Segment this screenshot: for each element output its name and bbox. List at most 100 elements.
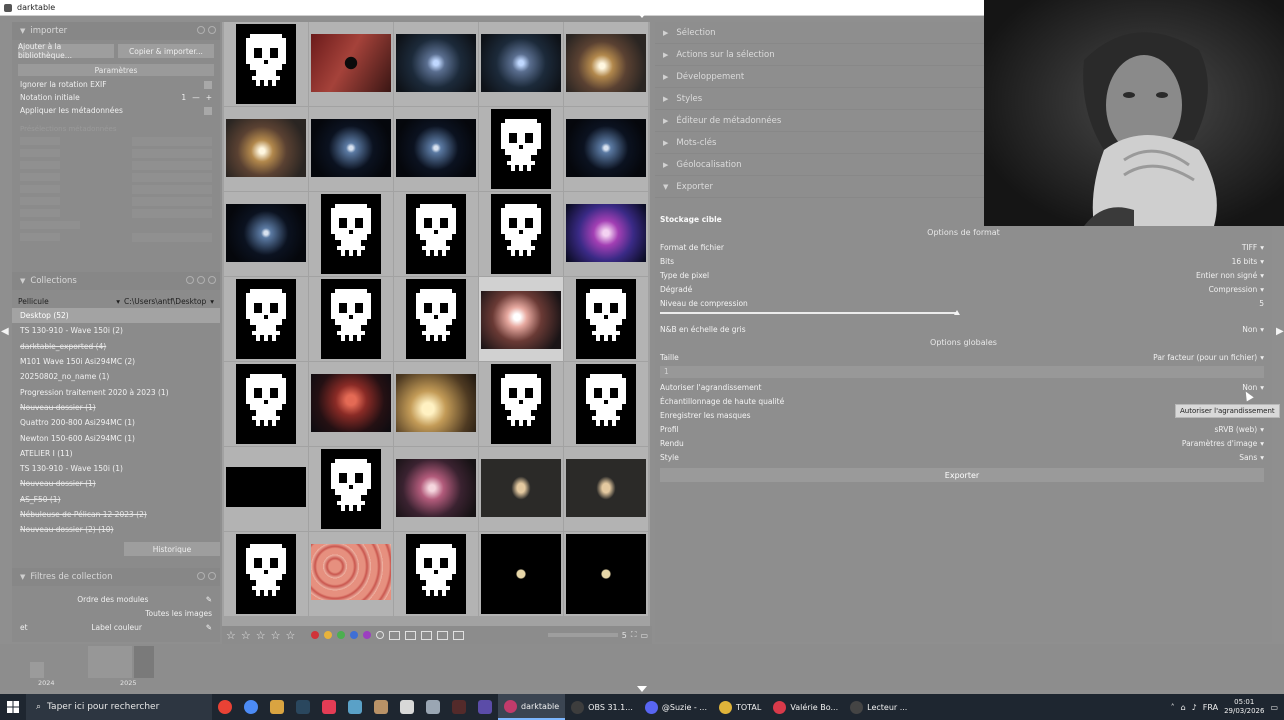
star-icon[interactable]: ☆ — [226, 629, 236, 642]
filter-conjunction[interactable]: et — [20, 623, 28, 632]
thumbnail-cell[interactable] — [479, 532, 563, 616]
collapse-right-panel-icon[interactable]: ▶ — [1276, 326, 1284, 337]
thumbnail-cell[interactable] — [394, 22, 478, 106]
taskbar-app-icon[interactable] — [446, 694, 472, 720]
network-icon[interactable]: ⌂ — [1181, 703, 1186, 712]
thumbnail-cell[interactable] — [394, 447, 478, 531]
export-option-value[interactable]: Sans — [1239, 453, 1257, 462]
sort-icon[interactable] — [186, 276, 194, 284]
initial-rating-row[interactable]: Notation initiale 1 — + — [12, 91, 220, 104]
pin-icon[interactable]: ✎ — [206, 595, 212, 604]
export-option-value[interactable]: 16 bits — [1232, 257, 1258, 266]
initial-rating-value[interactable]: 1 — [181, 93, 186, 102]
filemanager-layout-icon[interactable] — [389, 630, 401, 640]
thumbnail-cell[interactable] — [394, 192, 478, 276]
timeline-strip[interactable]: 2024 2025 — [0, 644, 1284, 690]
thumbnail-cell[interactable] — [564, 362, 648, 446]
grayscale-row[interactable]: N&B en échelle de gris Non ▾ — [655, 322, 1272, 336]
thumbnail-cell[interactable] — [479, 447, 563, 531]
star-icon[interactable]: ☆ — [286, 629, 296, 642]
star-icon[interactable]: ☆ — [271, 629, 281, 642]
thumbnail-cell[interactable] — [394, 532, 478, 616]
module-order-row[interactable]: Ordre des modules ✎ — [12, 592, 220, 606]
export-button[interactable]: Exporter — [660, 468, 1264, 482]
export-option-row[interactable]: Type de pixel Entier non signé ▾ — [655, 268, 1272, 282]
taskbar-app-icon[interactable] — [342, 694, 368, 720]
collection-item[interactable]: Quattro 200-800 Asi294MC (1) — [12, 415, 220, 430]
thumbnail-cell[interactable] — [309, 447, 393, 531]
taskbar-chrome-icon[interactable] — [212, 694, 238, 720]
collection-filters-header[interactable]: ▼ Filtres de collection — [12, 568, 220, 586]
thumbnail-cell[interactable] — [479, 362, 563, 446]
thumbnail-cell[interactable] — [564, 107, 648, 191]
reset-icon[interactable] — [197, 276, 205, 284]
film-roll-selector[interactable]: Pellicule ▾ C:\Users\antf\Desktop ▾ — [12, 294, 220, 308]
thumbnail-cell[interactable] — [224, 277, 308, 361]
thumbnail-cell[interactable] — [309, 277, 393, 361]
apply-metadata-checkbox[interactable] — [204, 106, 212, 115]
compression-slider-knob[interactable] — [954, 310, 960, 315]
thumbnail-cell[interactable] — [564, 447, 648, 531]
taskbar-app-icon[interactable] — [472, 694, 498, 720]
thumbnail-cell[interactable] — [224, 22, 308, 106]
zoom-slider[interactable] — [547, 633, 618, 637]
thumbnail-cell[interactable] — [309, 362, 393, 446]
ignore-exif-rotation-row[interactable]: Ignorer la rotation EXIF — [12, 78, 220, 91]
compression-level-row[interactable]: Niveau de compression 5 — [655, 296, 1272, 310]
star-icon[interactable]: ☆ — [256, 629, 266, 642]
blue-label-icon[interactable] — [350, 631, 359, 639]
grayscale-value[interactable]: Non — [1242, 325, 1257, 334]
size-value[interactable]: Par facteur (pour un fichier) — [1153, 353, 1257, 362]
thumbnail-cell[interactable] — [224, 362, 308, 446]
star-icon[interactable]: ☆ — [241, 629, 251, 642]
collections-module-header[interactable]: ▼ Collections — [12, 272, 220, 290]
collection-item[interactable]: Newton 150-600 Asi294MC (1) — [12, 430, 220, 445]
collection-item[interactable]: Progression traitement 2020 à 2023 (1) — [12, 384, 220, 399]
yellow-label-icon[interactable] — [324, 631, 333, 639]
thumbnail-cell[interactable] — [309, 192, 393, 276]
collapse-top-panel-icon[interactable] — [637, 12, 647, 18]
export-option-row[interactable]: Rendu Paramètres d'image ▾ — [655, 436, 1272, 450]
thumbnail-cell[interactable] — [479, 22, 563, 106]
taskbar-app-button[interactable]: @Suzie - ... — [639, 694, 713, 720]
thumbnail-cell[interactable] — [224, 447, 308, 531]
thumbnail-cell[interactable] — [479, 107, 563, 191]
taskbar-app-button[interactable]: OBS 31.1... — [565, 694, 639, 720]
reset-icon[interactable] — [197, 572, 205, 580]
history-button[interactable]: Historique — [124, 542, 220, 557]
add-to-library-button[interactable]: Ajouter à la bibliothèque... — [18, 42, 114, 60]
taskbar-app-icon[interactable] — [394, 694, 420, 720]
thumbnail-cell[interactable] — [564, 277, 648, 361]
zoomable-layout-icon[interactable] — [405, 630, 417, 640]
thumbnail-cell[interactable] — [479, 192, 563, 276]
export-option-value[interactable]: TIFF — [1242, 243, 1257, 252]
thumbnail-cell[interactable] — [564, 532, 648, 616]
thumbnail-cell[interactable] — [224, 107, 308, 191]
collection-item[interactable]: TS 130-910 - Wave 150i (1) — [12, 461, 220, 476]
volume-icon[interactable]: ♪ — [1192, 703, 1197, 712]
green-label-icon[interactable] — [337, 631, 346, 639]
collection-item[interactable]: M101 Wave 150i Asi294MC (2) — [12, 354, 220, 369]
culling-layout-icon[interactable] — [421, 630, 433, 640]
plus-icon[interactable]: + — [206, 93, 212, 102]
thumbnail-cell[interactable] — [224, 192, 308, 276]
thumbnail-cell[interactable] — [309, 22, 393, 106]
clear-label-icon[interactable] — [376, 631, 385, 639]
collapse-left-panel-icon[interactable]: ◀ — [1, 326, 9, 337]
presets-icon[interactable] — [208, 26, 216, 34]
taskbar-search[interactable]: ⌕ Taper ici pour rechercher — [26, 694, 212, 720]
grid-columns-icon[interactable]: 5 — [622, 631, 627, 640]
collection-item[interactable]: Nébuleuse de Pélican 12 2023 (2) — [12, 507, 220, 522]
chevron-up-icon[interactable]: ˄ — [1171, 703, 1175, 712]
notifications-icon[interactable]: ▭ — [1270, 703, 1278, 712]
system-clock[interactable]: 05:01 29/03/2026 — [1224, 698, 1264, 716]
collection-item[interactable]: Nouveau dossier (1) — [12, 476, 220, 491]
thumbnail-cell[interactable] — [224, 532, 308, 616]
collapse-bottom-panel-icon[interactable] — [637, 686, 647, 692]
collection-item[interactable]: 20250802_no_name (1) — [12, 369, 220, 384]
all-images-row[interactable]: Toutes les images — [12, 606, 220, 620]
thumbnail-cell[interactable] — [564, 22, 648, 106]
thumbnail-cell[interactable] — [394, 107, 478, 191]
export-option-value[interactable]: Entier non signé — [1196, 271, 1257, 280]
size-row[interactable]: Taille Par facteur (pour un fichier) ▾ — [655, 350, 1272, 364]
